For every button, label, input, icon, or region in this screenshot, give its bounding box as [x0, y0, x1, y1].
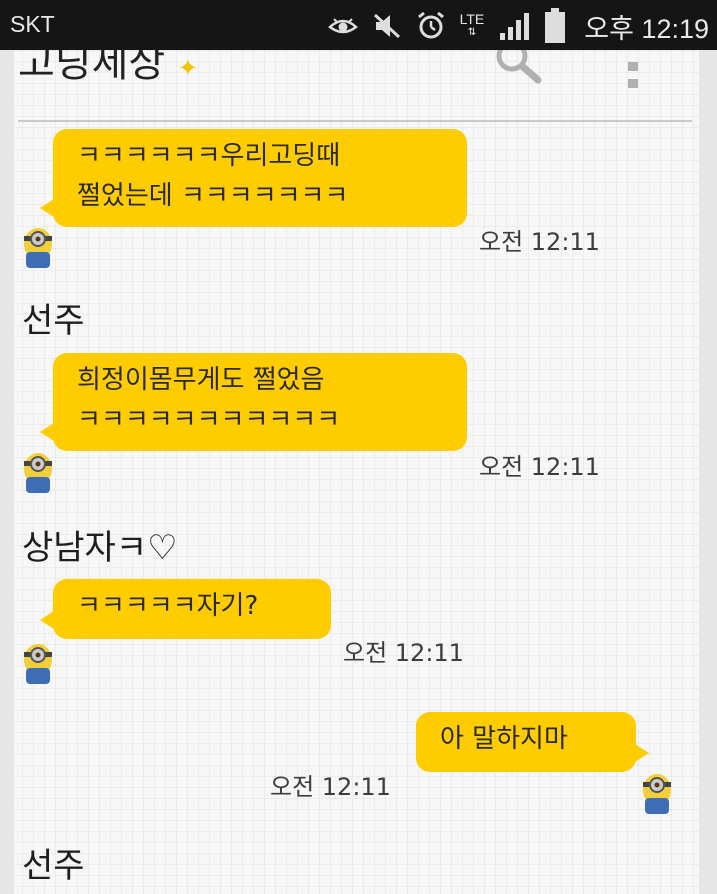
chat-screen[interactable]: 고딩세상 ✦ ㅋㅋㅋㅋㅋㅋ우리고딩때 쩔었는데 ㅋㅋㅋㅋㅋㅋㅋ 오전 12:11…	[0, 50, 717, 894]
message-bubble-outgoing[interactable]: 아 말하지마	[416, 712, 649, 772]
chat-room-name: 고딩세상	[18, 50, 166, 86]
message-bubble-incoming[interactable]: ㅋㅋㅋㅋㅋㅋ우리고딩때 쩔었는데 ㅋㅋㅋㅋㅋㅋㅋ	[40, 129, 467, 227]
message-line: 아 말하지마	[440, 724, 568, 754]
message-time: 오전 12:11	[270, 773, 391, 801]
status-icons: LTE ⇅ 오후 12:19	[327, 6, 709, 46]
minion-avatar-icon[interactable]	[18, 638, 58, 686]
sender-name: 선주	[22, 846, 85, 886]
clock: 오후 12:19	[584, 13, 709, 44]
carrier-label: SKT	[10, 11, 55, 37]
minion-avatar-icon[interactable]	[18, 222, 58, 270]
mute-icon	[373, 13, 400, 39]
alarm-icon	[417, 11, 444, 39]
minion-avatar-icon[interactable]	[637, 768, 677, 816]
message-line: ㅋㅋㅋㅋㅋㅋㅋㅋㅋㅋㅋ	[77, 405, 341, 435]
message-time: 오전 12:11	[479, 453, 600, 481]
message-line: 희정이몸무게도 쩔었음	[77, 365, 325, 395]
message-line: ㅋㅋㅋㅋㅋ자기?	[77, 591, 259, 621]
chat-header: 고딩세상 ✦	[0, 50, 717, 122]
message-time: 오전 12:11	[343, 639, 464, 667]
network-type: LTE ⇅	[460, 12, 485, 40]
battery-icon	[545, 8, 566, 43]
eye-icon	[327, 18, 358, 34]
status-bar: SKT LTE ⇅ 오후 12:19	[0, 0, 717, 50]
chat-room-title: 고딩세상 ✦	[18, 50, 198, 88]
more-menu-icon[interactable]	[624, 62, 642, 92]
network-label: LTE	[459, 11, 485, 27]
sender-name: 선주	[22, 301, 85, 341]
title-emoji: ✦	[177, 54, 199, 82]
signal-icon	[500, 13, 530, 40]
sender-name: 상남자ㅋ♡	[22, 528, 178, 568]
minion-avatar-icon[interactable]	[18, 447, 58, 495]
message-bubble-incoming[interactable]: 희정이몸무게도 쩔었음 ㅋㅋㅋㅋㅋㅋㅋㅋㅋㅋㅋ	[40, 353, 467, 451]
message-time: 오전 12:11	[479, 228, 600, 256]
header-divider	[18, 120, 692, 122]
screen-edge-right	[699, 50, 717, 894]
search-icon[interactable]	[494, 50, 544, 86]
data-transfer-icon: ⇅	[467, 27, 477, 38]
message-line: ㅋㅋㅋㅋㅋㅋ우리고딩때	[77, 141, 341, 171]
message-line: 쩔었는데 ㅋㅋㅋㅋㅋㅋㅋ	[77, 181, 349, 211]
screen-edge-left	[0, 50, 14, 894]
message-bubble-incoming[interactable]: ㅋㅋㅋㅋㅋ자기?	[40, 579, 331, 639]
